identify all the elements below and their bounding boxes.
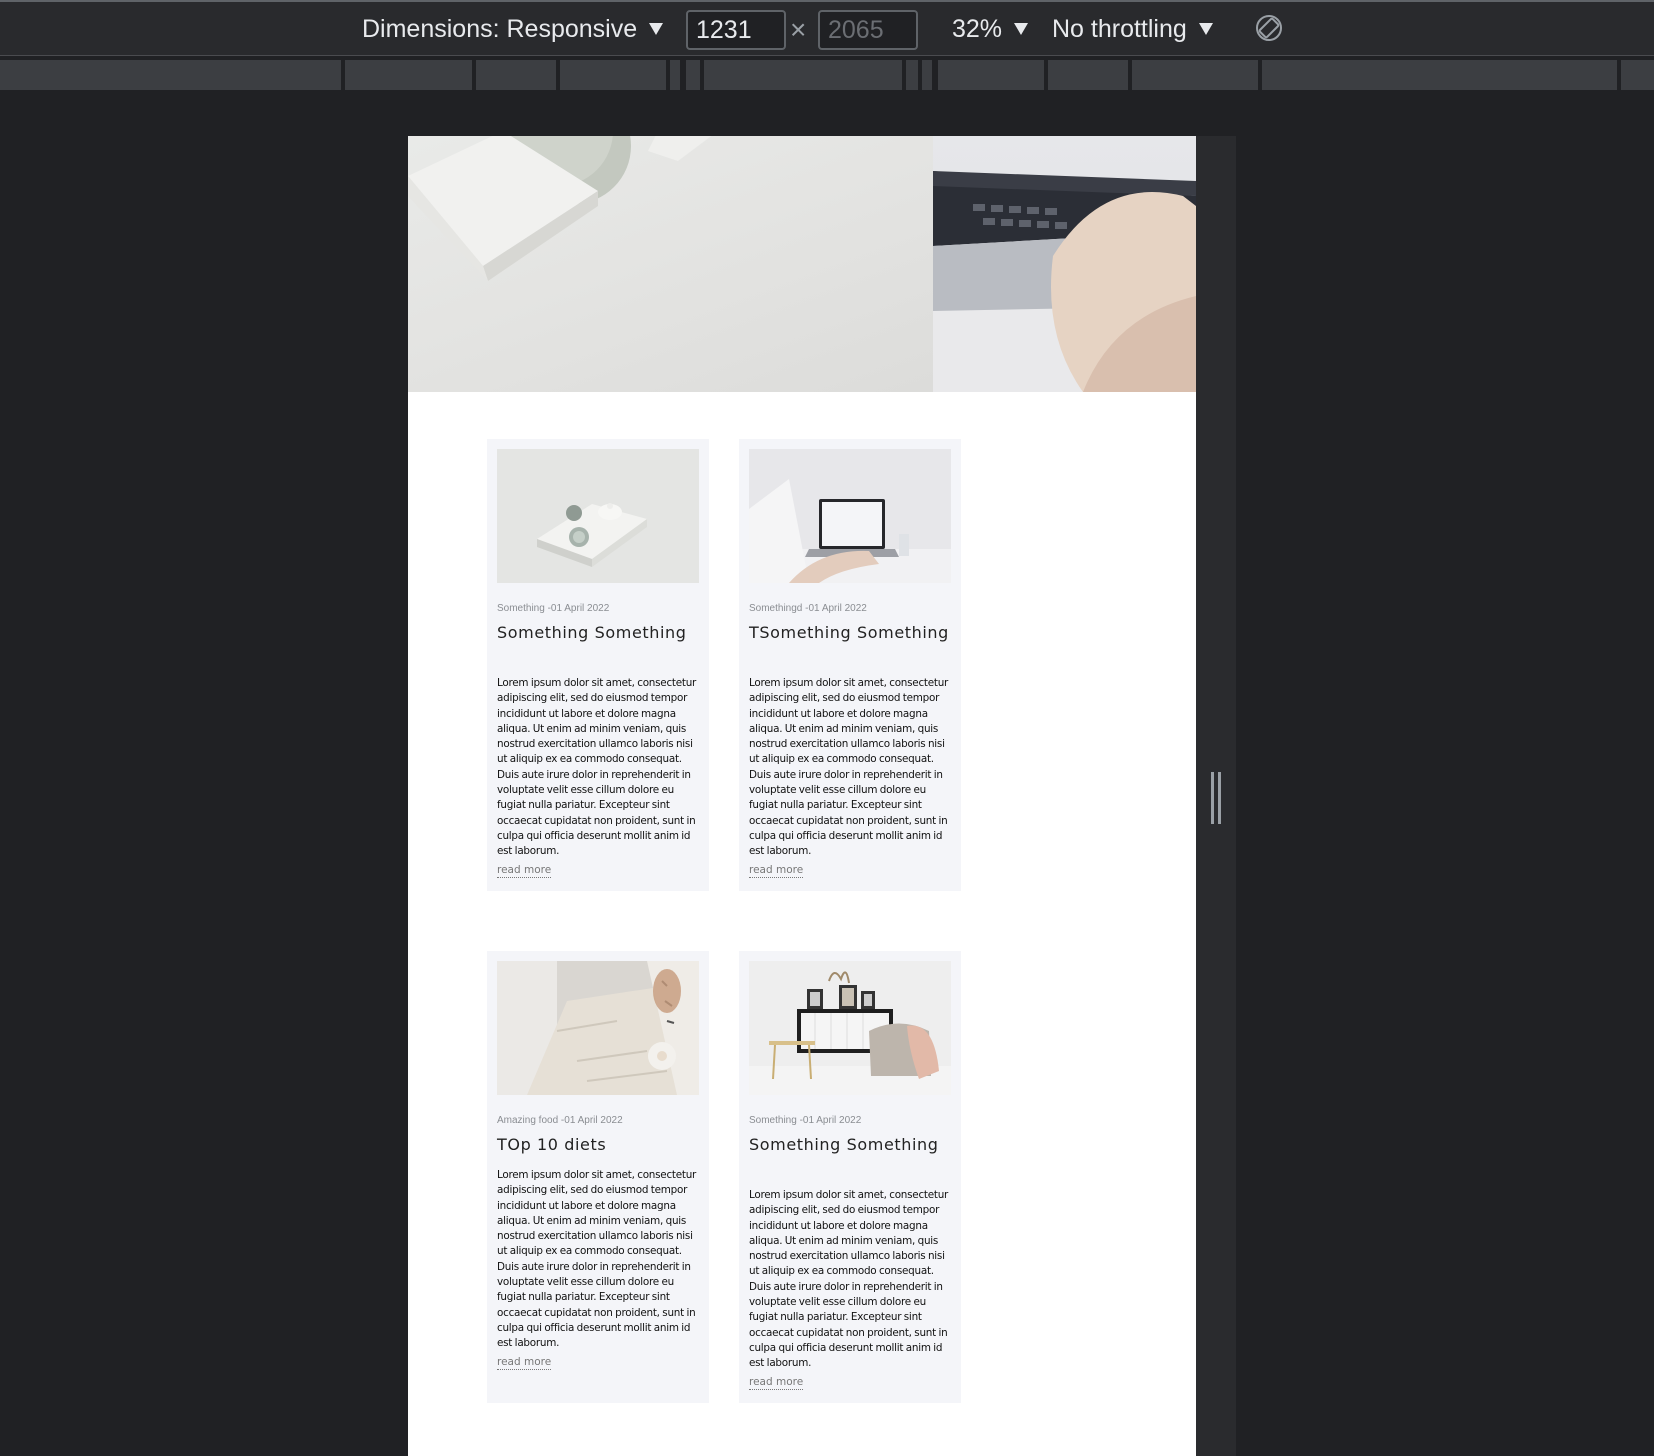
hero-image-left: [408, 136, 933, 392]
height-placeholder: 2065: [828, 15, 884, 44]
dropdown-arrow-icon: [1014, 23, 1029, 35]
media-query-segment[interactable]: [345, 60, 472, 90]
blog-card: Something -01 April 2022 Something Somet…: [487, 439, 709, 891]
media-query-segment[interactable]: [1132, 60, 1258, 90]
hero-image: [408, 136, 1196, 392]
card-meta: Somethingd -01 April 2022: [749, 603, 867, 614]
card-body: Lorem ipsum dolor sit amet, consectetur …: [749, 677, 949, 858]
card-body: Lorem ipsum dolor sit amet, consectetur …: [749, 1189, 949, 1370]
height-input[interactable]: 2065: [818, 10, 918, 50]
media-query-bar: [0, 60, 1654, 90]
dimensions-label: Dimensions: Responsive: [362, 14, 638, 43]
media-query-segment[interactable]: [686, 60, 700, 90]
media-query-segment[interactable]: [670, 60, 680, 90]
width-value: 1231: [696, 15, 752, 44]
dropdown-arrow-icon: [1198, 23, 1213, 35]
media-query-segment[interactable]: [0, 60, 341, 90]
hero-image-right: [933, 136, 1196, 392]
media-query-segment[interactable]: [1262, 60, 1617, 90]
rotate-icon[interactable]: [1255, 14, 1283, 42]
media-query-segment[interactable]: [560, 60, 666, 90]
blog-card: Something -01 April 2022 Something Somet…: [739, 951, 961, 1403]
media-query-segment[interactable]: [922, 60, 932, 90]
dimensions-dropdown[interactable]: Dimensions: Responsive: [362, 2, 664, 56]
card-meta: Something -01 April 2022: [497, 603, 610, 614]
throttling-label: No throttling: [1052, 14, 1187, 43]
read-more-link[interactable]: read more: [497, 1356, 552, 1370]
media-query-segment[interactable]: [938, 60, 1044, 90]
media-query-segment[interactable]: [704, 60, 902, 90]
throttling-dropdown[interactable]: No throttling: [1052, 2, 1213, 56]
dropdown-arrow-icon: [649, 23, 664, 35]
zoom-label: 32%: [952, 14, 1003, 43]
card-body: Lorem ipsum dolor sit amet, consectetur …: [497, 677, 697, 858]
card-image[interactable]: [497, 449, 699, 583]
device-toolbar: Dimensions: Responsive 1231 × 2065 32% N…: [0, 0, 1654, 56]
card-image[interactable]: [749, 449, 951, 583]
media-query-segment[interactable]: [1621, 60, 1654, 90]
card-title: TSomething Something: [749, 623, 949, 642]
media-query-segment[interactable]: [1048, 60, 1128, 90]
card-title: Something Something: [749, 1135, 939, 1154]
card-image[interactable]: [497, 961, 699, 1095]
card-title: TOp 10 diets: [497, 1135, 607, 1154]
read-more-link[interactable]: read more: [497, 864, 552, 878]
emulated-viewport: Something -01 April 2022 Something Somet…: [408, 136, 1196, 1456]
resize-handle[interactable]: [1211, 772, 1221, 824]
width-input[interactable]: 1231: [686, 10, 786, 50]
card-image[interactable]: [749, 961, 951, 1095]
card-meta: Something -01 April 2022: [749, 1115, 862, 1126]
read-more-link[interactable]: read more: [749, 1376, 804, 1390]
media-query-segment[interactable]: [906, 60, 918, 90]
card-meta: Amazing food -01 April 2022: [497, 1115, 623, 1126]
times-icon: ×: [790, 14, 807, 45]
blog-card: Somethingd -01 April 2022 TSomething Som…: [739, 439, 961, 891]
media-query-segment[interactable]: [476, 60, 556, 90]
blog-card: Amazing food -01 April 2022 TOp 10 diets…: [487, 951, 709, 1403]
zoom-dropdown[interactable]: 32%: [952, 2, 1029, 56]
card-title: Something Something: [497, 623, 687, 642]
card-body: Lorem ipsum dolor sit amet, consectetur …: [497, 1169, 697, 1350]
read-more-link[interactable]: read more: [749, 864, 804, 878]
